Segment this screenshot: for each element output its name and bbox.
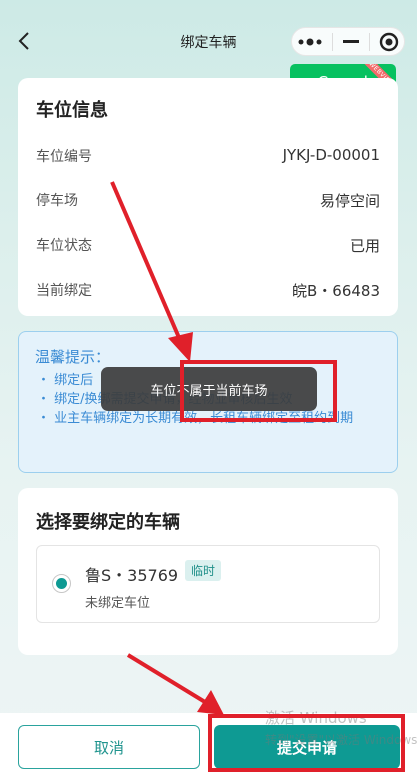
annotation-arrows [110, 181, 224, 715]
annotation-arrow-submit [126, 653, 224, 715]
annotation-arrow-toast [110, 181, 193, 362]
